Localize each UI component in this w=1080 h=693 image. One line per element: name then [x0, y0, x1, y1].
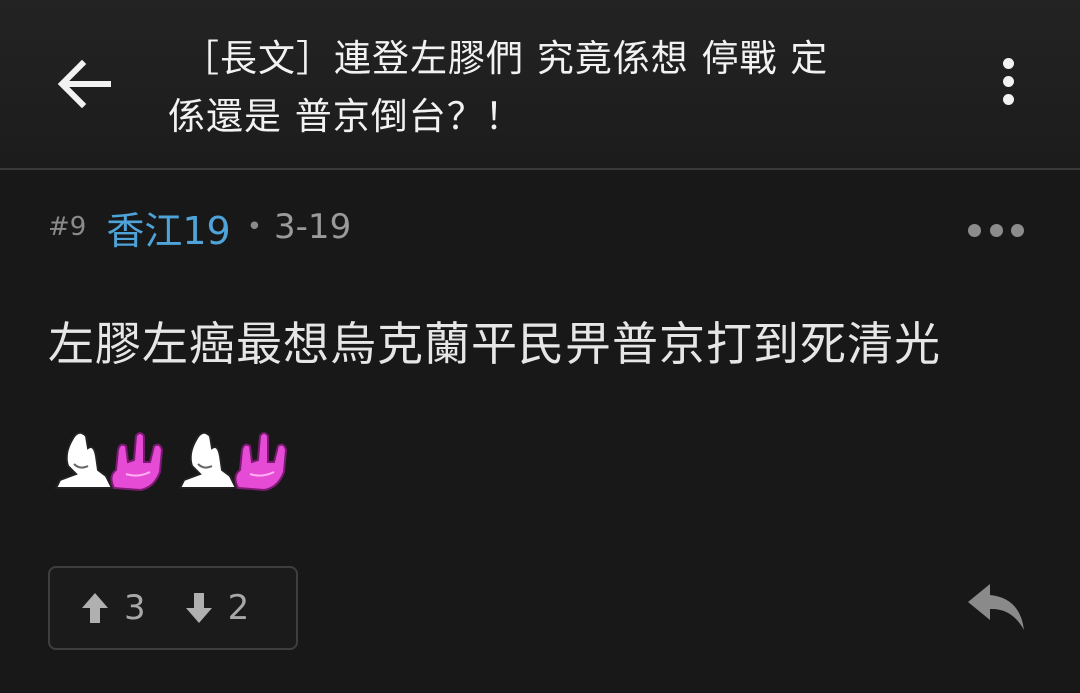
thread-title-line2: 係還是 普京倒台？！ [168, 95, 523, 138]
sticker-row [54, 426, 294, 492]
more-vertical-icon [1002, 58, 1014, 69]
reply-button[interactable] [964, 580, 1028, 634]
rock-hand-sticker [54, 431, 164, 492]
floor-number: #9 [48, 212, 87, 242]
upvote-button[interactable]: 3 [80, 588, 146, 628]
more-horizontal-icon [968, 223, 981, 237]
post-reply: #9 香江19 • 3-19 左膠左癌最想烏克蘭平民畀普京打到死清光 3 2 [0, 170, 1080, 693]
meta-separator: • [246, 212, 263, 242]
post-content: 左膠左癌最想烏克蘭平民畀普京打到死清光 [48, 317, 941, 371]
rock-hand-sticker [178, 431, 288, 492]
back-arrow-icon [57, 59, 111, 109]
upvote-count: 3 [124, 588, 146, 628]
downvote-icon [185, 593, 212, 623]
post-meta: #9 香江19 • 3-19 [48, 204, 352, 253]
upvote-icon [82, 593, 108, 623]
post-date: 3-19 [274, 207, 352, 247]
reply-icon [968, 584, 1024, 630]
downvote-button[interactable]: 2 [184, 588, 250, 628]
vote-box: 3 2 [48, 566, 298, 650]
top-bar: ［長文］連登左膠們 究竟係想 停戰 定 係還是 普京倒台？！ [0, 0, 1080, 170]
downvote-count: 2 [227, 588, 250, 628]
post-more-button[interactable] [968, 218, 1024, 242]
back-button[interactable] [52, 52, 116, 116]
username-link[interactable]: 香江19 [106, 200, 230, 255]
thread-title-line1: ［長文］連登左膠們 究竟係想 停戰 定 [182, 37, 829, 80]
more-options-button[interactable] [986, 58, 1030, 114]
thread-title: ［長文］連登左膠們 究竟係想 停戰 定 係還是 普京倒台？！ [168, 30, 868, 146]
